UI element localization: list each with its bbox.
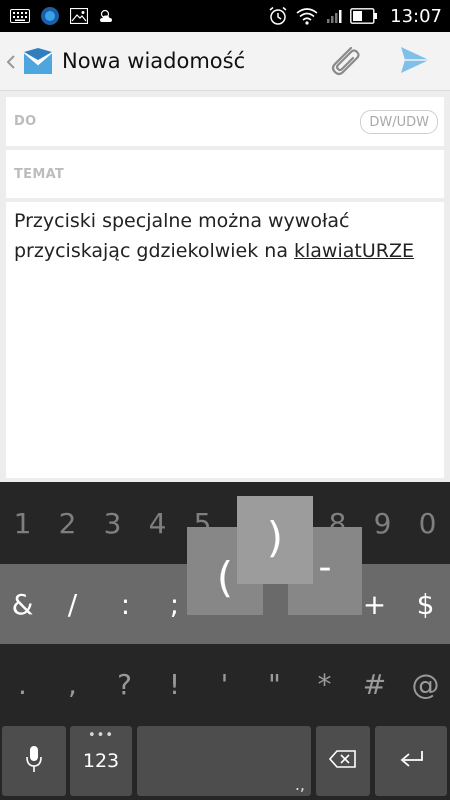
status-time: 13:07 bbox=[390, 5, 442, 27]
key-apostrophe[interactable]: ' bbox=[202, 644, 247, 724]
key-hash[interactable]: # bbox=[352, 644, 397, 724]
subject-field[interactable]: TEMAT bbox=[6, 150, 444, 198]
body-text-composing-word: klawiatURZE bbox=[294, 240, 414, 262]
backspace-icon bbox=[328, 749, 357, 773]
status-bar: 13:07 bbox=[0, 0, 450, 32]
microphone-icon bbox=[25, 744, 43, 778]
keyboard-row-function: ••• 123 ., bbox=[0, 726, 450, 800]
cc-bcc-button[interactable]: DW/UDW bbox=[360, 110, 438, 134]
key-asterisk[interactable]: * bbox=[302, 644, 347, 724]
key-4[interactable]: 4 bbox=[135, 482, 180, 564]
voice-input-key[interactable] bbox=[2, 726, 66, 796]
keyboard: 1 2 3 4 5 6 7 8 9 0 & / : ; + $ . , ? ! … bbox=[0, 482, 450, 800]
app-bar: Nowa wiadomość bbox=[0, 32, 450, 91]
enter-icon bbox=[396, 748, 426, 774]
key-9[interactable]: 9 bbox=[360, 482, 405, 564]
popup-key-minus[interactable]: - bbox=[288, 542, 362, 592]
backspace-key[interactable] bbox=[316, 726, 370, 796]
mail-app-logo-icon[interactable] bbox=[22, 48, 54, 76]
key-quote[interactable]: " bbox=[252, 644, 297, 724]
more-dots: ••• bbox=[87, 728, 114, 743]
key-slash[interactable]: / bbox=[50, 564, 95, 644]
attach-button[interactable] bbox=[322, 42, 368, 82]
space-key[interactable]: ., bbox=[137, 726, 311, 796]
message-body-text: Przyciski specjalne można wywołać przyci… bbox=[14, 206, 434, 266]
key-0[interactable]: 0 bbox=[405, 482, 450, 564]
wifi-icon bbox=[296, 7, 318, 25]
enter-key[interactable] bbox=[375, 726, 447, 796]
battery-icon bbox=[350, 8, 378, 24]
key-at[interactable]: @ bbox=[403, 644, 448, 724]
status-left-icons bbox=[10, 0, 118, 32]
message-body-input[interactable]: Przyciski specjalne można wywołać przyci… bbox=[6, 202, 444, 478]
key-question[interactable]: ? bbox=[102, 644, 147, 724]
attach-icon bbox=[325, 40, 365, 84]
key-exclamation[interactable]: ! bbox=[152, 644, 197, 724]
key-3[interactable]: 3 bbox=[90, 482, 135, 564]
alarm-icon bbox=[268, 6, 288, 26]
to-label: DO bbox=[14, 114, 37, 129]
key-colon[interactable]: : bbox=[103, 564, 148, 644]
key-comma[interactable]: , bbox=[50, 644, 95, 724]
key-1[interactable]: 1 bbox=[0, 482, 45, 564]
numbers-mode-label: 123 bbox=[82, 750, 120, 772]
image-icon bbox=[70, 8, 88, 24]
signal-icon bbox=[326, 8, 342, 24]
key-ampersand[interactable]: & bbox=[0, 564, 45, 644]
to-field[interactable]: DO DW/UDW bbox=[6, 97, 444, 146]
browser-icon bbox=[40, 6, 60, 26]
chevron-left-icon[interactable] bbox=[4, 50, 18, 74]
space-key-hint: ., bbox=[294, 775, 305, 794]
send-button[interactable] bbox=[392, 42, 438, 82]
key-period[interactable]: . bbox=[0, 644, 45, 724]
keyboard-icon bbox=[10, 9, 30, 23]
subject-label: TEMAT bbox=[14, 166, 65, 182]
page-title: Nowa wiadomość bbox=[62, 49, 246, 73]
keyboard-row-symbols-2: . , ? ! ' " * # @ bbox=[0, 644, 450, 724]
send-icon bbox=[399, 45, 431, 79]
key-2[interactable]: 2 bbox=[45, 482, 90, 564]
numbers-mode-key[interactable]: ••• 123 bbox=[70, 726, 132, 796]
key-dollar[interactable]: $ bbox=[403, 564, 448, 644]
weather-icon bbox=[98, 8, 118, 24]
status-right-icons: 13:07 bbox=[268, 0, 442, 32]
